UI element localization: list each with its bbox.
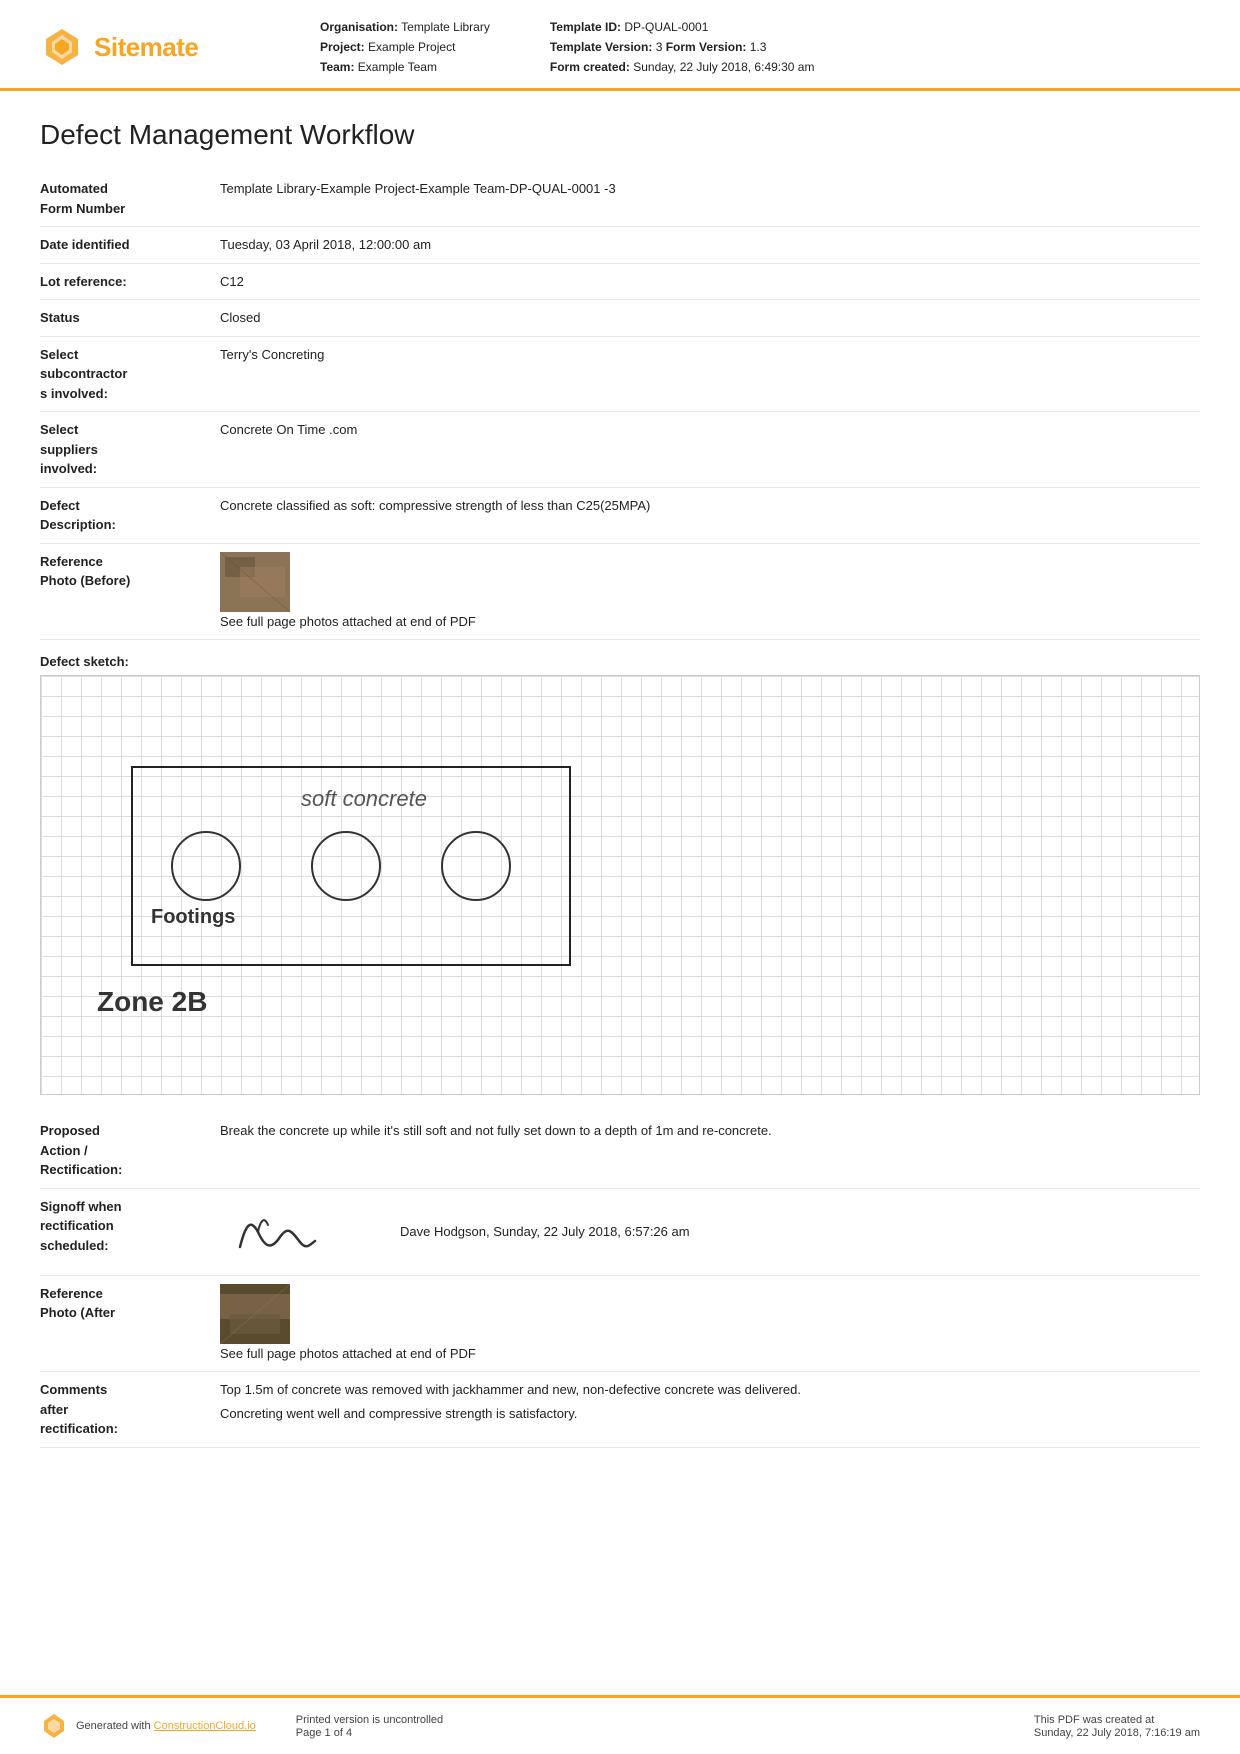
field-date-identified: Date identified Tuesday, 03 April 2018, …: [40, 227, 1200, 264]
template-version-label: Template Version:: [550, 40, 652, 54]
field-signoff: Signoff whenrectificationscheduled: Dave…: [40, 1189, 1200, 1276]
label-reference-photo-before: ReferencePhoto (Before): [40, 552, 220, 591]
team-row: Team: Example Team: [320, 58, 490, 76]
comments-line1: Top 1.5m of concrete was removed with ja…: [220, 1380, 1200, 1400]
field-comments: Commentsafterrectification: Top 1.5m of …: [40, 1372, 1200, 1448]
project-row: Project: Example Project: [320, 38, 490, 56]
form-created-label: Form created:: [550, 60, 630, 74]
footer-logo-icon: [40, 1712, 68, 1740]
signature-image: [220, 1197, 340, 1267]
sitemate-logo-icon: [40, 25, 84, 69]
field-reference-photo-before: ReferencePhoto (Before) See full page ph…: [40, 544, 1200, 641]
label-lot-reference: Lot reference:: [40, 272, 220, 292]
template-version-value: 3: [656, 40, 663, 54]
value-date-identified: Tuesday, 03 April 2018, 12:00:00 am: [220, 235, 1200, 255]
footer-generated-text: Generated with ConstructionCloud.io: [76, 1720, 256, 1732]
footer-pdf-created-value: Sunday, 22 July 2018, 7:16:19 am: [1034, 1727, 1200, 1739]
header-meta: Organisation: Template Library Project: …: [320, 18, 1200, 76]
header-col-left: Organisation: Template Library Project: …: [320, 18, 490, 76]
sketch-label: Defect sketch:: [40, 654, 1200, 669]
main-content: Defect Management Workflow AutomatedForm…: [0, 91, 1240, 1695]
label-signoff: Signoff whenrectificationscheduled:: [40, 1197, 220, 1256]
thumbnail-after: [220, 1284, 290, 1344]
label-select-subcontractors: Selectsubcontractors involved:: [40, 345, 220, 404]
header-col-right: Template ID: DP-QUAL-0001 Template Versi…: [550, 18, 815, 76]
value-proposed-action: Break the concrete up while it's still s…: [220, 1121, 1200, 1141]
footer-middle: Printed version is uncontrolled Page 1 o…: [296, 1714, 443, 1739]
team-value: Example Team: [358, 60, 437, 74]
form-version-label: Form Version:: [666, 40, 747, 54]
footer-logo: Generated with ConstructionCloud.io: [40, 1712, 256, 1740]
value-reference-photo-before: See full page photos attached at end of …: [220, 552, 1200, 632]
form-created-value: Sunday, 22 July 2018, 6:49:30 am: [633, 60, 814, 74]
form-created-row: Form created: Sunday, 22 July 2018, 6:49…: [550, 58, 815, 76]
sketch-circle-1: [171, 831, 241, 901]
value-lot-reference: C12: [220, 272, 1200, 292]
field-reference-photo-after: ReferencePhoto (After See full page phot…: [40, 1276, 1200, 1373]
label-reference-photo-after: ReferencePhoto (After: [40, 1284, 220, 1323]
field-proposed-action: ProposedAction /Rectification: Break the…: [40, 1113, 1200, 1189]
org-row: Organisation: Template Library: [320, 18, 490, 36]
page-header: Sitemate Organisation: Template Library …: [0, 0, 1240, 91]
signature-svg: [220, 1197, 340, 1267]
photo-note-before: See full page photos attached at end of …: [220, 614, 476, 629]
value-select-suppliers: Concrete On Time .com: [220, 420, 1200, 440]
project-label: Project:: [320, 40, 365, 54]
label-proposed-action: ProposedAction /Rectification:: [40, 1121, 220, 1180]
value-signoff: Dave Hodgson, Sunday, 22 July 2018, 6:57…: [220, 1197, 1200, 1267]
label-comments: Commentsafterrectification:: [40, 1380, 220, 1439]
value-select-subcontractors: Terry's Concreting: [220, 345, 1200, 365]
logo-area: Sitemate: [40, 18, 240, 76]
template-id-value: DP-QUAL-0001: [624, 20, 708, 34]
sketch-footings-text: Footings: [151, 906, 235, 929]
thumbnail-before: [220, 552, 290, 612]
doc-title: Defect Management Workflow: [40, 119, 1200, 151]
footer-page: Page 1 of 4: [296, 1727, 443, 1739]
footer-link[interactable]: ConstructionCloud.io: [154, 1720, 256, 1732]
field-select-suppliers: Selectsuppliersinvolved: Concrete On Tim…: [40, 412, 1200, 488]
template-id-label: Template ID:: [550, 20, 621, 34]
signoff-person: Dave Hodgson, Sunday, 22 July 2018, 6:57…: [400, 1222, 690, 1242]
field-select-subcontractors: Selectsubcontractors involved: Terry's C…: [40, 337, 1200, 413]
value-status: Closed: [220, 308, 1200, 328]
team-label: Team:: [320, 60, 354, 74]
sketch-drawing: soft concrete Footings Zone 2B: [41, 676, 1199, 1094]
footer-uncontrolled: Printed version is uncontrolled: [296, 1714, 443, 1726]
photo-note-after: See full page photos attached at end of …: [220, 1346, 476, 1361]
label-select-suppliers: Selectsuppliersinvolved:: [40, 420, 220, 479]
sketch-circle-2: [311, 831, 381, 901]
field-lot-reference: Lot reference: C12: [40, 264, 1200, 301]
template-id-row: Template ID: DP-QUAL-0001: [550, 18, 815, 36]
label-defect-description: DefectDescription:: [40, 496, 220, 535]
template-version-row: Template Version: 3 Form Version: 1.3: [550, 38, 815, 56]
page: Sitemate Organisation: Template Library …: [0, 0, 1240, 1754]
org-label: Organisation:: [320, 20, 398, 34]
sketch-circle-3: [441, 831, 511, 901]
footer-pdf-created-label: This PDF was created at: [1034, 1714, 1200, 1726]
logo-text: Sitemate: [94, 32, 198, 63]
logo-text-main: Sitemate: [94, 32, 198, 62]
org-value: Template Library: [401, 20, 490, 34]
signature-area: Dave Hodgson, Sunday, 22 July 2018, 6:57…: [220, 1197, 1200, 1267]
after-photo-svg: [220, 1284, 290, 1344]
value-reference-photo-after: See full page photos attached at end of …: [220, 1284, 1200, 1364]
sketch-soft-concrete-text: soft concrete: [301, 786, 427, 812]
label-status: Status: [40, 308, 220, 328]
label-date-identified: Date identified: [40, 235, 220, 255]
label-automated-form-number: AutomatedForm Number: [40, 179, 220, 218]
value-automated-form-number: Template Library-Example Project-Example…: [220, 179, 1200, 199]
defect-sketch: soft concrete Footings Zone 2B: [40, 675, 1200, 1095]
field-status: Status Closed: [40, 300, 1200, 337]
footer-right: This PDF was created at Sunday, 22 July …: [1034, 1714, 1200, 1739]
field-automated-form-number: AutomatedForm Number Template Library-Ex…: [40, 171, 1200, 227]
project-value: Example Project: [368, 40, 455, 54]
comments-line2: Concreting went well and compressive str…: [220, 1404, 1200, 1424]
form-version-value: 1.3: [750, 40, 767, 54]
field-defect-description: DefectDescription: Concrete classified a…: [40, 488, 1200, 544]
sketch-zone-text: Zone 2B: [97, 986, 207, 1018]
page-footer: Generated with ConstructionCloud.io Prin…: [0, 1695, 1240, 1754]
before-photo-svg: [220, 552, 290, 612]
value-comments: Top 1.5m of concrete was removed with ja…: [220, 1380, 1200, 1423]
value-defect-description: Concrete classified as soft: compressive…: [220, 496, 1200, 516]
